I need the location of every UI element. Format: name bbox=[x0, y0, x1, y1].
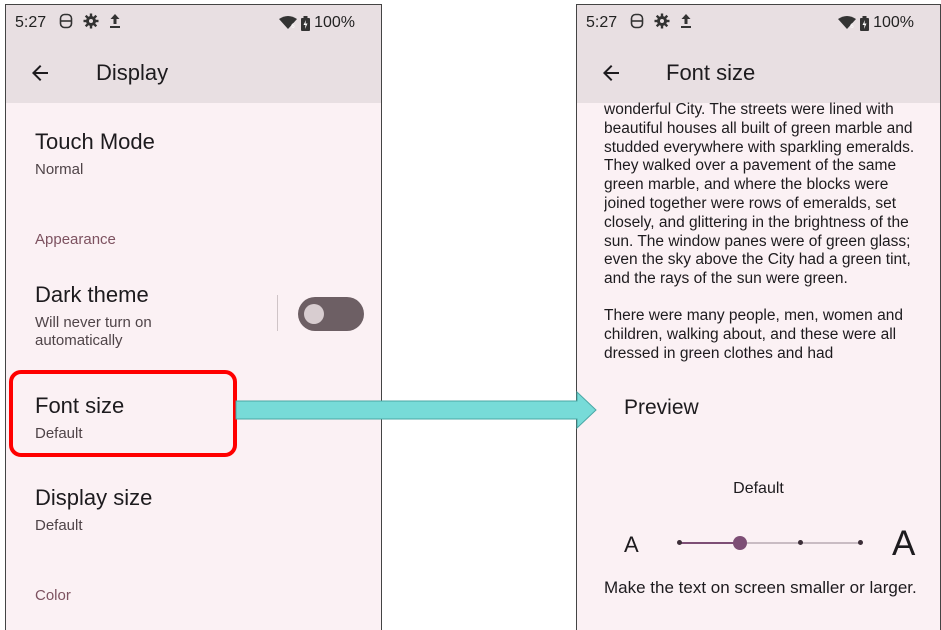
status-bar: 5:27 6 100% bbox=[6, 5, 381, 41]
page-title: Font size bbox=[666, 60, 756, 85]
svg-text:6: 6 bbox=[850, 23, 854, 30]
slider-tick bbox=[677, 540, 682, 545]
battery-percent: 100% bbox=[873, 14, 914, 31]
back-arrow-icon[interactable] bbox=[599, 61, 623, 85]
smaller-font-label: A bbox=[624, 532, 639, 557]
wifi-icon: 6 bbox=[838, 16, 857, 30]
preview-paragraph: There were many people, men, women and c… bbox=[604, 306, 903, 362]
battery-icon bbox=[860, 15, 870, 31]
slider-tick bbox=[798, 540, 803, 545]
slider-active-track bbox=[678, 542, 740, 544]
preview-label: Preview bbox=[624, 396, 699, 419]
display-size-summary: Default bbox=[35, 517, 83, 534]
slider-tick bbox=[858, 540, 863, 545]
gear-icon bbox=[83, 13, 99, 29]
dark-theme-summary-line1: Will never turn on bbox=[35, 314, 152, 331]
highlight-box bbox=[9, 370, 237, 457]
back-arrow-icon[interactable] bbox=[28, 61, 52, 85]
font-size-description: Make the text on screen smaller or large… bbox=[604, 578, 917, 597]
display-settings-screen: 5:27 6 100% Display Touch Mode Normal Ap… bbox=[5, 4, 382, 630]
slider-thumb[interactable] bbox=[733, 536, 747, 550]
appearance-category-header: Appearance bbox=[35, 231, 116, 248]
status-time: 5:27 bbox=[586, 14, 618, 31]
dark-theme-summary-line2: automatically bbox=[35, 332, 123, 349]
display-size-title: Display size bbox=[35, 485, 153, 510]
battery-icon bbox=[301, 15, 311, 31]
dark-theme-title: Dark theme bbox=[35, 282, 149, 307]
status-bar: 5:27 6 100% bbox=[577, 5, 940, 41]
upload-icon bbox=[110, 14, 120, 28]
font-size-screen: 5:27 6 100% wonderful City. The streets … bbox=[576, 4, 941, 630]
status-time: 5:27 bbox=[15, 14, 47, 31]
font-size-value: Default bbox=[733, 480, 784, 497]
data-saver-icon bbox=[630, 13, 644, 29]
font-size-slider[interactable] bbox=[677, 529, 863, 557]
wifi-icon: 6 bbox=[279, 16, 298, 30]
data-saver-icon bbox=[59, 13, 73, 29]
toggle-divider bbox=[277, 295, 278, 331]
toolbar: Font size bbox=[577, 49, 940, 99]
touch-mode-summary: Normal bbox=[35, 161, 84, 178]
switch-knob bbox=[304, 304, 324, 324]
gear-icon bbox=[654, 13, 670, 29]
touch-mode-title: Touch Mode bbox=[35, 129, 155, 154]
svg-text:6: 6 bbox=[291, 23, 295, 30]
larger-font-label: A bbox=[892, 524, 916, 563]
battery-percent: 100% bbox=[314, 14, 355, 31]
preview-paragraph: wonderful City. The streets were lined w… bbox=[604, 101, 915, 288]
preview-sample-text: wonderful City. The streets were lined w… bbox=[604, 101, 930, 369]
dark-theme-switch[interactable] bbox=[298, 297, 364, 331]
color-category-header: Color bbox=[35, 587, 71, 604]
toolbar: Display bbox=[6, 49, 381, 99]
upload-icon bbox=[681, 14, 691, 28]
page-title: Display bbox=[96, 60, 169, 85]
